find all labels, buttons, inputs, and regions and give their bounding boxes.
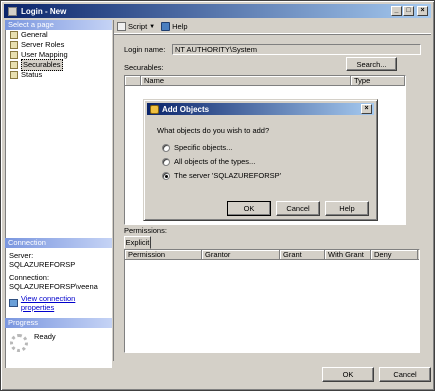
dialog-question: What objects do you wish to add? <box>157 126 270 135</box>
column-header-icon[interactable] <box>125 76 141 85</box>
login-name-row: Login name: NT AUTHORITY\System <box>124 44 421 55</box>
dialog-title: Add Objects <box>162 104 210 114</box>
option-specific-objects[interactable]: Specific objects... <box>162 143 232 152</box>
connection-panel: Server: SQLAZUREFORSP Connection: SQLAZU… <box>5 248 112 318</box>
column-header-type[interactable]: Type <box>351 76 405 85</box>
help-label: Help <box>172 22 188 31</box>
column-header-grantor[interactable]: Grantor <box>202 250 280 259</box>
script-icon <box>117 22 126 31</box>
dialog-cancel-button[interactable]: Cancel <box>276 201 320 216</box>
page-list: General Server Roles User Mapping Secura… <box>5 30 112 238</box>
option-label: All objects of the types... <box>174 157 256 166</box>
server-label: Server: <box>9 251 34 260</box>
connection-label: Connection: <box>9 273 50 282</box>
connection-header: Connection <box>5 238 112 248</box>
select-page-header: Select a page <box>5 20 112 30</box>
maximize-button[interactable]: □ <box>403 6 414 16</box>
column-header-deny[interactable]: Deny <box>371 250 418 259</box>
column-header-grant[interactable]: Grant <box>280 250 325 259</box>
tab-explicit[interactable]: Explicit <box>124 236 151 249</box>
page-icon <box>10 31 18 39</box>
column-header-with-grant[interactable]: With Grant <box>325 250 371 259</box>
progress-spinner-icon <box>10 334 28 352</box>
login-new-window: Login - New _ □ × Select a page General … <box>0 0 435 391</box>
page-item-status[interactable]: Status <box>6 70 111 80</box>
page-icon <box>10 51 18 59</box>
permissions-grid-header: Permission Grantor Grant With Grant Deny <box>125 250 419 260</box>
page-item-label: Server Roles <box>21 40 65 49</box>
dialog-titlebar[interactable]: Add Objects × <box>147 103 374 115</box>
minimize-button[interactable]: _ <box>391 6 402 16</box>
page-item-general[interactable]: General <box>6 30 111 40</box>
page-item-label: Status <box>21 70 43 79</box>
search-button[interactable]: Search... <box>346 57 397 71</box>
option-label: The server 'SQLAZUREFORSP' <box>174 171 282 180</box>
add-objects-dialog: Add Objects × What objects do you wish t… <box>143 99 378 221</box>
help-button[interactable]: Help <box>161 22 188 31</box>
properties-icon <box>9 299 18 307</box>
add-objects-icon <box>150 104 159 114</box>
window-app-icon <box>8 6 17 16</box>
column-header-permission[interactable]: Permission <box>125 250 202 259</box>
toolbar: Script ▼ Help <box>114 20 431 34</box>
login-name-field: NT AUTHORITY\System <box>172 44 421 55</box>
view-connection-properties-link[interactable]: View connection properties <box>9 294 109 312</box>
dialog-ok-button[interactable]: OK <box>227 201 271 216</box>
left-pane: Select a page General Server Roles User … <box>5 20 112 368</box>
ok-button[interactable]: OK <box>322 367 374 382</box>
radio-button[interactable] <box>162 143 170 152</box>
page-item-securables[interactable]: Securables <box>6 59 111 71</box>
option-all-objects-of-types[interactable]: All objects of the types... <box>162 157 255 166</box>
option-the-server[interactable]: The server 'SQLAZUREFORSP' <box>162 171 281 180</box>
chevron-down-icon[interactable]: ▼ <box>149 24 155 30</box>
window-titlebar[interactable]: Login - New _ □ × <box>4 4 431 18</box>
page-item-label: General <box>21 30 48 39</box>
view-connection-properties-label: View connection properties <box>20 294 76 312</box>
progress-status: Ready <box>34 332 56 341</box>
securables-grid-header: Name Type <box>125 76 405 86</box>
script-label: Script <box>128 22 148 31</box>
progress-header: Progress <box>5 318 112 328</box>
login-name-label: Login name: <box>124 45 166 54</box>
connection-value: SQLAZUREFORSP\veena <box>9 282 98 291</box>
radio-button[interactable] <box>162 171 170 180</box>
radio-button[interactable] <box>162 157 170 166</box>
cancel-button[interactable]: Cancel <box>379 367 431 382</box>
server-value: SQLAZUREFORSP <box>9 260 76 269</box>
window-title: Login - New <box>21 6 67 16</box>
dialog-help-button[interactable]: Help <box>325 201 369 216</box>
page-icon <box>10 41 18 49</box>
script-button[interactable]: Script ▼ <box>117 22 155 31</box>
permissions-grid[interactable]: Permission Grantor Grant With Grant Deny <box>124 249 420 353</box>
securables-label: Securables: <box>124 63 164 72</box>
help-icon <box>161 22 171 31</box>
permissions-label: Permissions: <box>124 226 167 235</box>
page-icon <box>10 71 18 79</box>
column-header-name[interactable]: Name <box>141 76 351 85</box>
page-icon <box>10 61 18 69</box>
dialog-close-button[interactable]: × <box>361 104 372 114</box>
bottom-bar: OK Cancel <box>5 362 432 388</box>
window-controls: _ □ × <box>391 6 428 16</box>
page-item-server-roles[interactable]: Server Roles <box>6 40 111 50</box>
close-button[interactable]: × <box>417 6 428 16</box>
option-label: Specific objects... <box>174 143 233 152</box>
